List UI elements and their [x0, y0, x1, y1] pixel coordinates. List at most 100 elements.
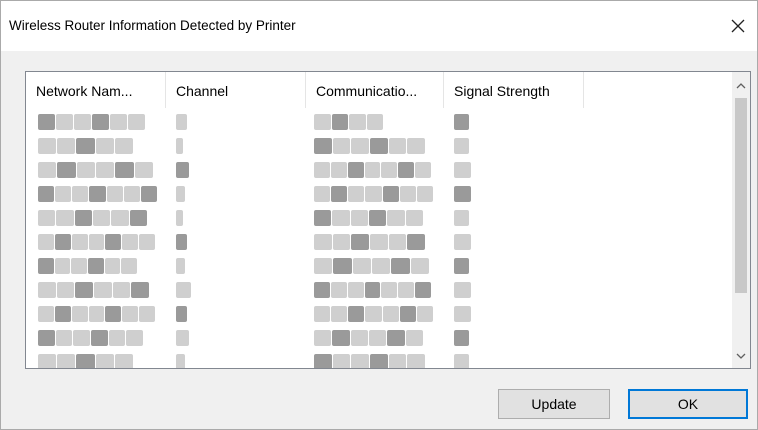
obscured-block	[54, 258, 71, 274]
obscured-block	[134, 162, 153, 178]
obscured-block	[399, 186, 416, 202]
obscured-block	[56, 282, 75, 298]
obscured-block	[73, 330, 90, 346]
obscured-cell	[314, 330, 424, 346]
obscured-cell	[38, 210, 148, 226]
obscured-block	[366, 114, 383, 130]
obscured-block	[57, 138, 76, 154]
list-item[interactable]	[26, 134, 732, 158]
obscured-cell	[38, 330, 144, 346]
scroll-up-button[interactable]	[732, 76, 750, 96]
obscured-block	[314, 210, 332, 226]
obscured-cell	[38, 282, 150, 298]
obscured-cell	[38, 138, 134, 154]
list-item[interactable]	[26, 326, 732, 350]
obscured-block	[176, 138, 183, 154]
obscured-block	[365, 186, 382, 202]
scroll-down-button[interactable]	[732, 346, 750, 366]
obscured-block	[88, 234, 105, 250]
obscured-block	[76, 354, 95, 368]
obscured-block	[176, 354, 185, 368]
obscured-block	[121, 258, 137, 274]
obscured-block	[387, 330, 405, 346]
close-button[interactable]	[723, 11, 753, 41]
obscured-cell	[314, 162, 432, 178]
list-item[interactable]	[26, 350, 732, 368]
obscured-block	[114, 138, 133, 154]
obscured-block	[407, 354, 425, 368]
title-bar: Wireless Router Information Detected by …	[1, 1, 757, 51]
obscured-cell	[38, 186, 158, 202]
column-header-communication[interactable]: Communicatio...	[306, 72, 444, 108]
list-item[interactable]	[26, 110, 732, 134]
obscured-block	[388, 354, 407, 368]
obscured-block	[96, 162, 115, 178]
obscured-block	[131, 282, 149, 298]
obscured-block	[314, 354, 332, 368]
obscured-block	[370, 354, 388, 368]
obscured-block	[382, 186, 399, 202]
obscured-cell	[454, 234, 472, 250]
obscured-block	[382, 306, 399, 322]
obscured-block	[92, 114, 109, 130]
obscured-cell	[454, 114, 470, 130]
ok-button[interactable]: OK	[628, 389, 748, 419]
obscured-block	[74, 210, 92, 226]
column-header-signal-strength[interactable]: Signal Strength	[444, 72, 584, 108]
obscured-block	[126, 330, 143, 346]
obscured-block	[95, 138, 114, 154]
obscured-block	[332, 234, 351, 250]
obscured-cell	[314, 258, 430, 274]
list-item[interactable]	[26, 278, 732, 302]
column-header-channel[interactable]: Channel	[166, 72, 306, 108]
router-list[interactable]: Network Nam... Channel Communicatio... S…	[25, 71, 751, 369]
obscured-block	[55, 330, 73, 346]
obscured-block	[114, 354, 133, 368]
obscured-cell	[454, 138, 470, 154]
obscured-cell	[314, 354, 426, 368]
obscured-block	[57, 162, 76, 178]
obscured-block	[176, 282, 191, 298]
obscured-block	[365, 306, 382, 322]
obscured-block	[350, 330, 368, 346]
obscured-cell	[176, 138, 184, 154]
obscured-block	[38, 186, 55, 202]
close-icon	[731, 19, 745, 33]
list-item[interactable]	[26, 230, 732, 254]
obscured-block	[398, 162, 415, 178]
obscured-cell	[38, 234, 156, 250]
obscured-block	[388, 234, 407, 250]
obscured-block	[176, 330, 189, 346]
obscured-cell	[176, 258, 186, 274]
list-item[interactable]	[26, 254, 732, 278]
obscured-block	[364, 282, 381, 298]
column-header-network-name[interactable]: Network Nam...	[26, 72, 166, 108]
obscured-block	[331, 186, 348, 202]
list-item[interactable]	[26, 206, 732, 230]
obscured-block	[381, 162, 398, 178]
vertical-scrollbar[interactable]	[732, 72, 750, 368]
obscured-block	[347, 162, 364, 178]
obscured-block	[416, 306, 433, 322]
obscured-block	[75, 282, 93, 298]
list-item[interactable]	[26, 302, 732, 326]
obscured-block	[71, 306, 88, 322]
scrollbar-thumb[interactable]	[735, 98, 747, 293]
obscured-cell	[454, 354, 470, 368]
obscured-block	[76, 138, 95, 154]
update-button[interactable]: Update	[498, 389, 610, 419]
obscured-cell	[314, 210, 424, 226]
obscured-block	[348, 306, 365, 322]
obscured-block	[54, 234, 71, 250]
list-item[interactable]	[26, 182, 732, 206]
obscured-block	[54, 306, 71, 322]
obscured-block	[115, 162, 134, 178]
obscured-block	[454, 258, 469, 274]
list-item[interactable]	[26, 158, 732, 182]
obscured-block	[122, 306, 139, 322]
obscured-cell	[176, 282, 192, 298]
obscured-block	[332, 330, 350, 346]
obscured-cell	[176, 306, 188, 322]
obscured-block	[129, 210, 147, 226]
obscured-block	[454, 330, 469, 346]
